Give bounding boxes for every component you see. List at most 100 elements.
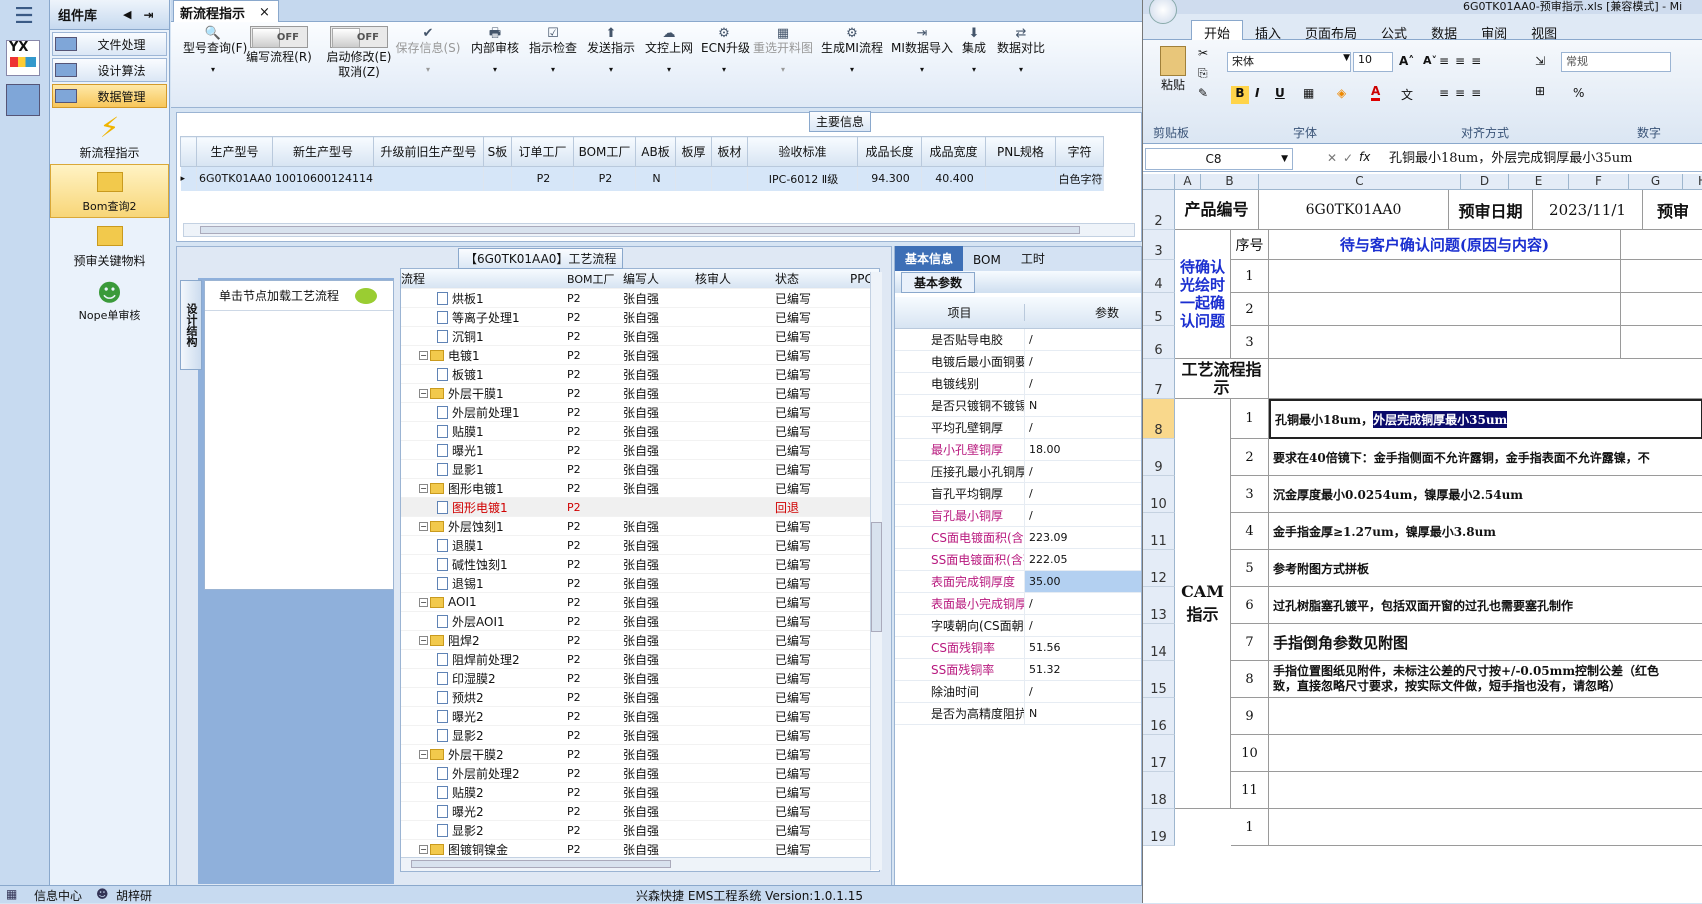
confirm-extra[interactable] xyxy=(1621,326,1702,359)
info-value[interactable]: / xyxy=(1025,593,1141,614)
tree-node[interactable]: 板镀1 xyxy=(401,366,561,383)
toolbar-button-6[interactable]: ⬆ 发送指示 ▾ xyxy=(583,26,639,77)
merge-icon[interactable]: ⊞ xyxy=(1535,84,1545,98)
info-center-icon[interactable]: ▦ xyxy=(6,887,17,901)
info-row[interactable]: 盲孔平均铜厚 / xyxy=(895,483,1141,505)
tab-1[interactable]: BOM xyxy=(963,249,1011,271)
info-value[interactable]: 222.05 xyxy=(1025,549,1141,570)
seq-cell[interactable]: 1 xyxy=(1231,809,1269,846)
align-icons[interactable]: ≡≡≡ xyxy=(1439,86,1509,100)
row-header[interactable]: 7 xyxy=(1143,359,1175,399)
col-header[interactable]: S板 xyxy=(482,136,512,167)
row-header[interactable]: 16 xyxy=(1143,698,1175,735)
table-cell[interactable]: 6G0TK01AA0 xyxy=(196,166,273,191)
confirm-extra[interactable] xyxy=(1621,260,1702,293)
tree-row[interactable]: 贴膜2 P2 张自强 已编写 xyxy=(401,783,879,802)
cam-text[interactable]: 手指位置图纸见附件，未标注公差的尺寸按+/-0.05mm控制公差（红色 致，直接忽… xyxy=(1269,661,1702,698)
col-header[interactable]: 订单工厂 xyxy=(510,136,574,167)
col-header[interactable]: 板材 xyxy=(710,136,748,167)
toolbar-button-13[interactable]: ⇄ 数据对比 ▾ xyxy=(995,26,1047,77)
tree-node[interactable]: − 图形电镀1 xyxy=(401,480,561,497)
tree-node[interactable]: − 电镀1 xyxy=(401,347,561,364)
row-header[interactable]: 2 xyxy=(1143,190,1175,230)
tree-row[interactable]: 退膜1 P2 张自强 已编写 xyxy=(401,536,879,555)
info-value[interactable]: N xyxy=(1025,395,1141,416)
tree-row[interactable]: 印湿膜2 P2 张自强 已编写 xyxy=(401,669,879,688)
info-row[interactable]: SS面电镀面积(含孔)222.05 xyxy=(895,549,1141,571)
tab-2[interactable]: 工时 xyxy=(1011,246,1055,271)
tree-row[interactable]: 烘板1 P2 张自强 已编写 xyxy=(401,289,879,308)
data-manage-icon[interactable] xyxy=(6,84,40,116)
cam-text[interactable]: 要求在40倍镜下：金手指侧面不允许露铜，金手指表面不允许露镍，不 xyxy=(1269,439,1702,476)
tree-col-header[interactable]: 编写人 xyxy=(617,270,695,287)
row-header[interactable]: 19 xyxy=(1143,809,1175,846)
info-row[interactable]: 是否只镀铜不镀锡 N xyxy=(895,395,1141,417)
confirm-side[interactable]: 待确认光绘时一起确认问题 xyxy=(1175,230,1231,359)
expand-toggle-icon[interactable]: − xyxy=(419,635,428,645)
table-cell[interactable]: 10010600124114 xyxy=(272,166,374,191)
tree-col-header[interactable]: 核审人 xyxy=(695,270,769,287)
seq-label[interactable]: 序号 xyxy=(1231,230,1269,260)
tree-row[interactable]: 图形电镀1 P2 回退 xyxy=(401,498,879,517)
toolbar-button-7[interactable]: ☁ 文控上网 ▾ xyxy=(641,26,697,77)
menu-icon[interactable]: ☰ xyxy=(10,4,38,29)
font-color-icon[interactable]: A xyxy=(1371,84,1381,101)
lib-button-design[interactable]: 设计算法 xyxy=(52,58,167,82)
tree-node[interactable]: 退膜1 xyxy=(401,537,561,554)
confirm-extra[interactable] xyxy=(1621,293,1702,326)
confirm-cell[interactable] xyxy=(1269,326,1621,359)
row-header[interactable]: 11 xyxy=(1143,513,1175,550)
tree-row[interactable]: 外层前处理1 P2 张自强 已编写 xyxy=(401,403,879,422)
table-cell[interactable]: N xyxy=(635,166,676,191)
row-header[interactable]: 18 xyxy=(1143,772,1175,809)
info-value[interactable]: / xyxy=(1025,681,1141,702)
info-row[interactable]: 电镀线别 / xyxy=(895,373,1141,395)
dropdown-arrow-icon[interactable]: ▾ xyxy=(819,62,885,77)
col-header-G[interactable]: G xyxy=(1629,174,1683,190)
scroll-thumb[interactable] xyxy=(200,226,1080,234)
info-value[interactable]: 51.56 xyxy=(1025,637,1141,658)
tree-row[interactable]: 曝光2 P2 张自强 已编写 xyxy=(401,802,879,821)
col-header[interactable]: BOM工厂 xyxy=(572,136,636,167)
phonetic-icon[interactable]: 文 xyxy=(1401,86,1413,103)
tree-node[interactable]: − 外层蚀刻1 xyxy=(401,518,561,535)
grow-font-icon[interactable]: A˄ xyxy=(1399,54,1414,68)
tree-node[interactable]: 外层前处理2 xyxy=(401,765,561,782)
tree-node[interactable]: 图形电镀1 xyxy=(401,499,561,516)
tree-node[interactable]: 阻焊前处理2 xyxy=(401,651,561,668)
confirm-cell[interactable] xyxy=(1269,260,1621,293)
tree-col-header[interactable]: 状态 xyxy=(769,270,844,287)
bold-button[interactable]: B xyxy=(1231,86,1249,104)
row-header[interactable]: 13 xyxy=(1143,587,1175,624)
cam-seq[interactable]: 3 xyxy=(1231,476,1269,513)
tree-node[interactable]: 贴膜1 xyxy=(401,423,561,440)
format-painter-icon[interactable]: ✎ xyxy=(1198,86,1208,100)
tree-row[interactable]: 阻焊前处理2 P2 张自强 已编写 xyxy=(401,650,879,669)
shrink-font-icon[interactable]: A˅ xyxy=(1423,54,1437,67)
tree-row[interactable]: 预烘2 P2 张自强 已编写 xyxy=(401,688,879,707)
enter-icon[interactable]: ✓ xyxy=(1343,151,1353,165)
expand-toggle-icon[interactable]: − xyxy=(419,350,428,360)
tree-row[interactable]: 显影2 P2 张自强 已编写 xyxy=(401,821,879,840)
dropdown-arrow-icon[interactable]: ▾ xyxy=(641,62,697,77)
product-label[interactable]: 产品编号 xyxy=(1175,190,1259,230)
tree-row[interactable]: − 外层干膜1 P2 张自强 已编写 xyxy=(401,384,879,403)
fill-color-icon[interactable]: ◈ xyxy=(1337,86,1346,100)
col-header-D[interactable]: D xyxy=(1461,174,1509,190)
tree-node[interactable]: 曝光1 xyxy=(401,442,561,459)
table-cell[interactable]: 94.300 xyxy=(857,166,922,191)
tree-row[interactable]: − 外层干膜2 P2 张自强 已编写 xyxy=(401,745,879,764)
select-all[interactable] xyxy=(1143,174,1175,190)
col-header[interactable]: 成品长度 xyxy=(856,136,922,167)
toggle-switch[interactable]: OFF xyxy=(250,26,308,48)
cam-seq[interactable]: 11 xyxy=(1231,772,1269,809)
close-icon[interactable]: × xyxy=(259,5,270,20)
tree-row[interactable]: 沉铜1 P2 张自强 已编写 xyxy=(401,327,879,346)
dropdown-arrow-icon[interactable]: ▾ xyxy=(183,62,243,77)
tree-row[interactable]: 显影2 P2 张自强 已编写 xyxy=(401,726,879,745)
cam-text[interactable]: 金手指金厚≥1.27um，镍厚最小3.8um xyxy=(1269,513,1702,550)
tab-0[interactable]: 基本信息 xyxy=(895,246,964,271)
tree-row[interactable]: 碱性蚀刻1 P2 张自强 已编写 xyxy=(401,555,879,574)
row-header[interactable]: 4 xyxy=(1143,260,1175,293)
tree-row[interactable]: 外层前处理2 P2 张自强 已编写 xyxy=(401,764,879,783)
